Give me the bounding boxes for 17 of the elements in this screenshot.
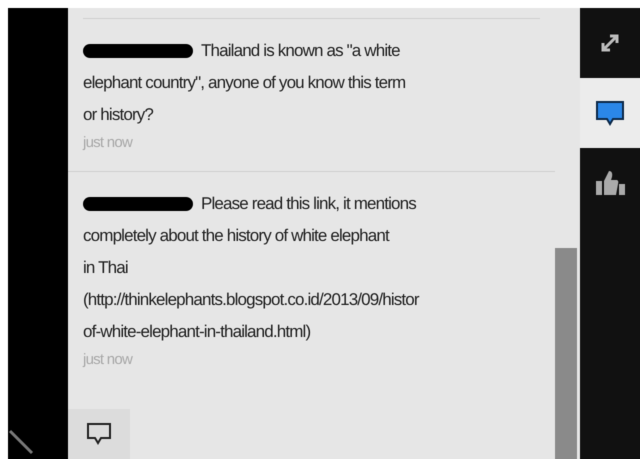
- comment-button[interactable]: [68, 409, 130, 459]
- message-text: Thailand is known as "a white: [201, 40, 400, 62]
- message-text: completely about the history of white elephant: [83, 225, 389, 247]
- message-text: elephant country", anyone of you know this term: [83, 72, 406, 94]
- message-text: in Thai: [83, 257, 128, 279]
- message-text: (http://thinkelephants.blogspot.co.id/2013/09/histor: [83, 289, 419, 311]
- message-text: or history?: [83, 104, 154, 126]
- scrollbar-thumb[interactable]: [555, 248, 577, 459]
- expand-icon: [601, 34, 619, 52]
- timestamp: just now: [83, 350, 134, 370]
- message-text: of-white-elephant-in-thailand.html): [83, 321, 310, 343]
- side-tab[interactable]: [580, 78, 640, 148]
- comment-icon: [86, 422, 112, 446]
- thumbs-up-icon: [594, 169, 626, 197]
- message-text: Please read this link, it mentions: [201, 193, 416, 215]
- comment-icon: [595, 100, 625, 126]
- timestamp: just now: [83, 133, 134, 153]
